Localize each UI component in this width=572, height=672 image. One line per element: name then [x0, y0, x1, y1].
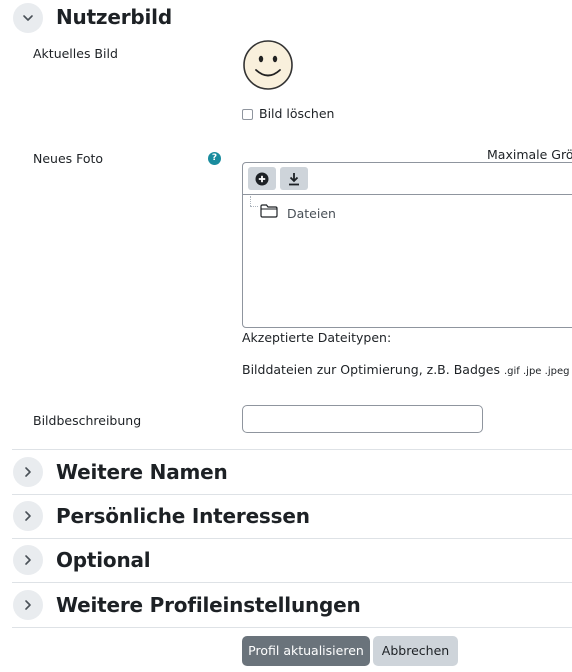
filetypes-extensions: .gif .jpe .jpeg .jpg: [504, 366, 572, 377]
new-photo-label: Neues Foto: [33, 151, 104, 166]
filepicker-toolbar: [243, 163, 572, 195]
section-divider: [12, 627, 572, 628]
profile-edit-page: Nutzerbild Aktuelles Bild Bild löschen N…: [0, 0, 572, 672]
smiley-face-icon: [243, 40, 293, 90]
section-divider: [12, 538, 572, 539]
chevron-right-icon[interactable]: [13, 545, 43, 575]
accepted-filetypes-list: Bilddateien zur Optimierung, z.B. Badges…: [242, 362, 572, 377]
download-icon: [289, 173, 299, 186]
folder-label[interactable]: Dateien: [287, 206, 336, 221]
section-divider: [12, 582, 572, 583]
chevron-right-icon[interactable]: [13, 501, 43, 531]
tree-connector: [250, 206, 258, 207]
delete-picture-checkbox[interactable]: [242, 109, 253, 120]
section-divider: [12, 494, 572, 495]
delete-picture-label: Bild löschen: [259, 106, 335, 121]
section-divider: [12, 449, 572, 450]
update-profile-button[interactable]: Profil aktualisieren: [242, 636, 370, 666]
max-size-label: Maximale Größe: [487, 147, 572, 162]
section-header-optional[interactable]: Optional: [0, 540, 572, 584]
chevron-right-icon[interactable]: [13, 457, 43, 487]
section-title: Nutzerbild: [56, 5, 172, 29]
chevron-right-icon[interactable]: [13, 590, 43, 620]
cancel-button[interactable]: Abbrechen: [373, 636, 458, 666]
filepicker-area[interactable]: Dateien: [242, 162, 572, 328]
section-title: Persönliche Interessen: [56, 504, 310, 528]
section-title: Weitere Namen: [56, 460, 228, 484]
download-button[interactable]: [280, 167, 308, 190]
add-file-icon: [255, 172, 269, 186]
section-header-weitere-profileinstellungen[interactable]: Weitere Profileinstellungen: [0, 585, 572, 629]
folder-icon: [260, 204, 278, 218]
current-picture-label: Aktuelles Bild: [33, 46, 118, 61]
chevron-down-icon[interactable]: [13, 3, 43, 33]
section-header-weitere-namen[interactable]: Weitere Namen: [0, 452, 572, 496]
image-description-label: Bildbeschreibung: [33, 413, 142, 428]
add-file-button[interactable]: [248, 167, 276, 190]
section-title: Optional: [56, 548, 151, 572]
image-description-input[interactable]: [242, 405, 483, 433]
section-header-nutzerbild[interactable]: Nutzerbild: [0, 0, 572, 44]
section-title: Weitere Profileinstellungen: [56, 593, 361, 617]
accepted-filetypes-label: Akzeptierte Dateitypen:: [242, 330, 392, 345]
filetypes-description: Bilddateien zur Optimierung, z.B. Badges: [242, 362, 501, 377]
tree-connector: [250, 196, 251, 206]
help-icon[interactable]: ?: [208, 152, 221, 165]
section-header-persoenliche-interessen[interactable]: Persönliche Interessen: [0, 496, 572, 540]
